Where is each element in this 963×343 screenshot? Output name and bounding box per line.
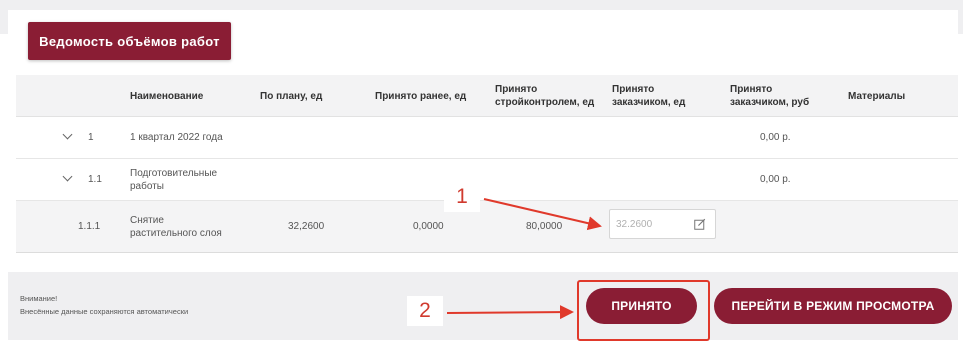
annotation-label-2: 2 — [407, 296, 443, 326]
annotation-arrow-1 — [483, 198, 602, 231]
annotation-arrows — [446, 198, 602, 320]
annotation-arrow-2 — [446, 305, 574, 320]
annotation-label-1: 1 — [444, 182, 480, 212]
